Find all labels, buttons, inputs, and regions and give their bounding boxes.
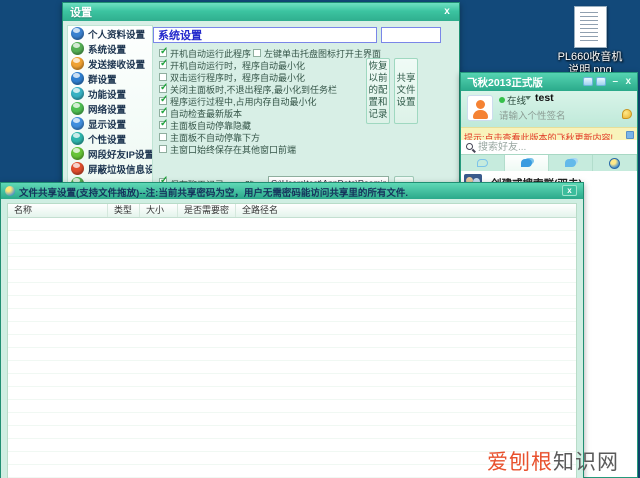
checkbox[interactable] [159, 133, 167, 141]
checkbox[interactable] [159, 58, 168, 69]
watermark-rest: 知识网 [553, 451, 619, 474]
tab-discover[interactable] [593, 155, 637, 171]
share-window-icon [5, 186, 15, 196]
online-status-icon [499, 97, 505, 103]
desktop-icon-pl660[interactable]: PL660收音机 说明.png [548, 6, 632, 77]
checkbox[interactable] [159, 73, 167, 81]
function-icon [71, 87, 84, 100]
username: test [535, 92, 554, 104]
chevron-down-icon[interactable] [525, 96, 531, 100]
avatar-body [473, 110, 488, 119]
avatar-head [476, 100, 485, 109]
ip-segment-icon [71, 147, 84, 160]
feiq-tabs [461, 155, 637, 171]
sidebar-item-group[interactable]: 群设置 [68, 71, 152, 86]
sidebar-item-display[interactable]: 显示设置 [68, 116, 152, 131]
restore-config-button[interactable]: 恢复以前的配置和记录 [366, 58, 390, 124]
skin-icon[interactable] [583, 77, 593, 86]
search-icon [466, 143, 473, 150]
option-always-on-top[interactable]: 主窗口始终保存在其他窗口前端 [159, 143, 459, 155]
checkbox[interactable] [159, 145, 167, 153]
panel-header-spacer-box [381, 27, 441, 43]
panel-header-title: 系统设置 [158, 30, 202, 42]
update-notice-bar[interactable]: 提示:点击查看此版本的飞秋更新内容! [461, 127, 637, 143]
file-share-window: 文件共享设置(支持文件拖放)--注:当前共享密码为空，用户无需密码能访问共享里的… [0, 182, 584, 478]
site-watermark: 爱刨根知识网 [487, 446, 619, 476]
checkbox[interactable] [159, 106, 168, 117]
sidebar-item-function[interactable]: 功能设置 [68, 86, 152, 101]
share-titlebar[interactable]: 文件共享设置(支持文件拖放)--注:当前共享密码为空，用户无需密码能访问共享里的… [1, 183, 583, 199]
group-settings-icon [71, 72, 84, 85]
notice-close-icon[interactable] [626, 131, 634, 139]
chat-bubble-icon [477, 159, 488, 167]
edit-signature-icon[interactable] [622, 109, 632, 119]
sidebar-item-block-spam[interactable]: 屏蔽垃圾信息设 [68, 161, 152, 176]
column-header-size[interactable]: 大小 [140, 204, 178, 217]
checkbox[interactable] [159, 94, 168, 105]
checkbox[interactable] [159, 46, 168, 57]
share-window-title: 文件共享设置(支持文件拖放)--注:当前共享密码为空，用户无需密码能访问共享里的… [19, 188, 408, 199]
settings-titlebar[interactable]: 设置 x [63, 3, 459, 21]
compass-icon [609, 157, 620, 169]
system-icon [71, 42, 84, 55]
column-header-name[interactable]: 名称 [8, 204, 108, 217]
desktop: PL660收音机 说明.png 设置 x 个人资料设置 系统设置 发送接收设置 … [0, 0, 640, 478]
avatar[interactable] [467, 95, 493, 121]
personality-icon [71, 132, 84, 145]
close-icon[interactable]: x [625, 76, 631, 87]
status-text[interactable]: 在线 [507, 93, 526, 107]
feiq-titlebar[interactable]: 飞秋2013正式版 – x [461, 73, 637, 91]
panel-header: 系统设置 [153, 27, 377, 43]
tab-sessions[interactable] [549, 155, 593, 171]
image-file-icon [573, 6, 607, 48]
profile-icon [71, 27, 84, 40]
tab-friends[interactable] [461, 155, 505, 171]
sidebar-item-network[interactable]: 网络设置 [68, 101, 152, 116]
checkbox[interactable] [159, 82, 168, 93]
close-icon[interactable]: x [440, 6, 454, 18]
sidebar-item-system[interactable]: 系统设置 [68, 41, 152, 56]
search-input[interactable] [478, 141, 618, 153]
sessions-icon [565, 159, 576, 167]
option-no-dock-bottom[interactable]: 主面板不自动停靠下方 [159, 131, 459, 143]
send-receive-icon [71, 57, 84, 70]
signature-placeholder[interactable]: 请输入个性签名 [499, 108, 566, 122]
share-file-table: 名称 类型 大小 是否需要密码... 全路径名 [7, 203, 577, 478]
sidebar-item-send-receive[interactable]: 发送接收设置 [68, 56, 152, 71]
column-header-password[interactable]: 是否需要密码... [178, 204, 236, 228]
close-icon[interactable]: x [562, 185, 577, 196]
display-icon [71, 117, 84, 130]
network-icon [71, 102, 84, 115]
checkbox[interactable] [159, 118, 168, 129]
table-header: 名称 类型 大小 是否需要密码... 全路径名 [8, 204, 576, 228]
search-bar [461, 140, 637, 155]
watermark-highlight: 爱刨根 [487, 451, 553, 474]
block-spam-icon [71, 162, 84, 175]
theme-icon[interactable] [596, 77, 606, 86]
tab-groups[interactable] [505, 155, 549, 171]
group-chat-icon [521, 159, 532, 167]
checkbox[interactable] [253, 49, 261, 57]
shared-files-settings-button[interactable]: 共享文件设置 [394, 58, 418, 124]
feiq-window-title: 飞秋2013正式版 [467, 76, 543, 89]
sidebar-item-profile[interactable]: 个人资料设置 [68, 26, 152, 41]
option-tray-left-click[interactable]: 左键单击托盘图标打开主界面 [253, 47, 381, 59]
column-header-fullpath[interactable]: 全路径名 [236, 204, 576, 217]
sidebar-item-personality[interactable]: 个性设置 [68, 131, 152, 146]
table-body-empty[interactable] [8, 218, 576, 478]
feiq-profile-area: 在线 test 请输入个性签名 [461, 91, 637, 127]
sidebar-item-ip-segment[interactable]: 网段好友IP设置 [68, 146, 152, 161]
column-header-type[interactable]: 类型 [108, 204, 140, 217]
settings-window-title: 设置 [70, 7, 92, 19]
minimize-icon[interactable]: – [612, 76, 618, 87]
